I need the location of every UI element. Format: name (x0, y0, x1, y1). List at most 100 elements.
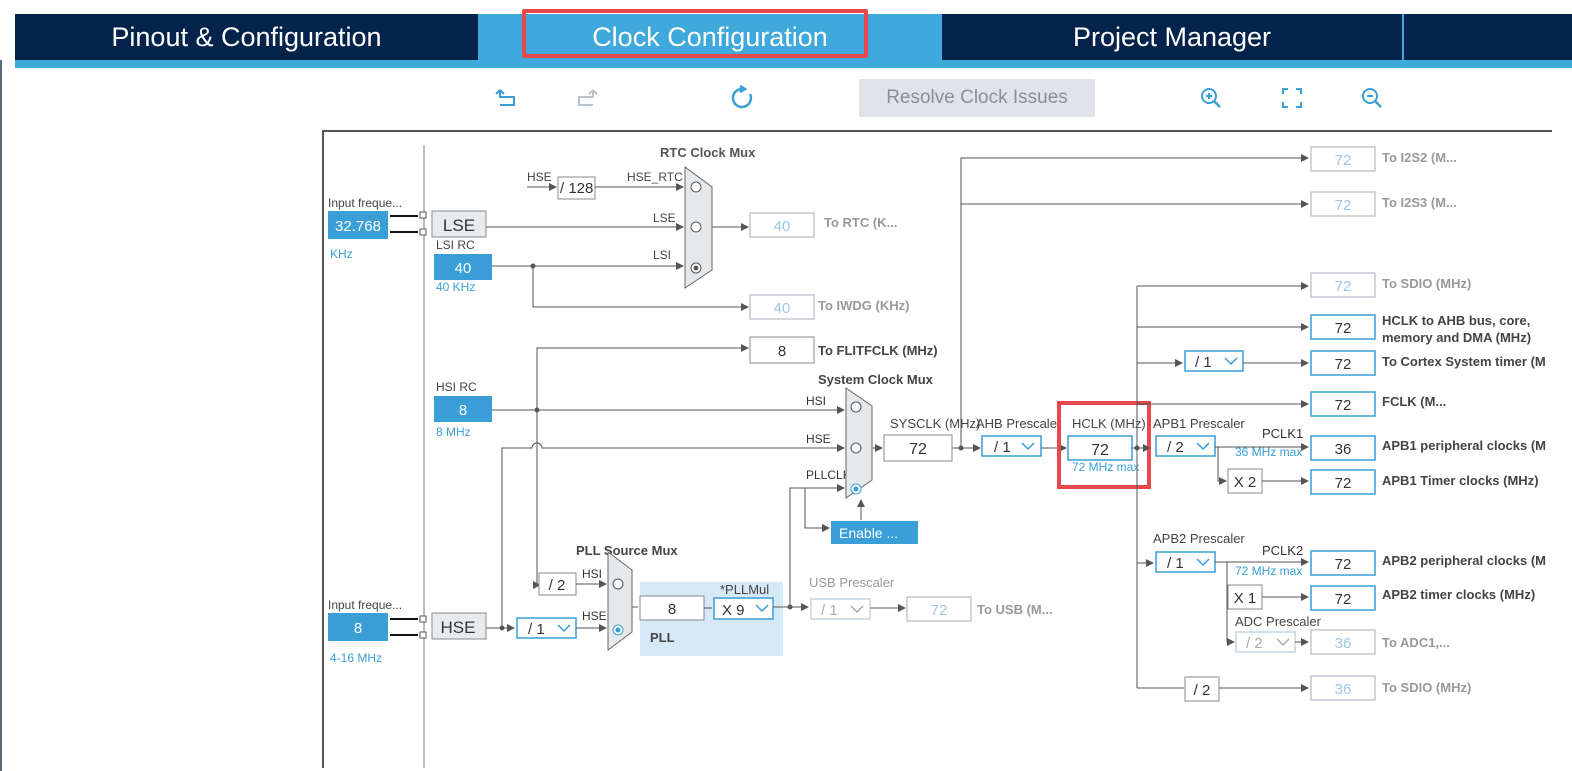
hclk-label: HCLK (MHz) (1072, 416, 1146, 431)
usb-output-label: To USB (M... (977, 602, 1053, 617)
output-adc1: 36 To ADC1,... (1310, 629, 1450, 655)
sys-mux-option-hse[interactable] (850, 442, 862, 454)
rtc-output-label: To RTC (K... (824, 215, 897, 230)
output-label: To Cortex System timer (M (1382, 354, 1546, 369)
pclk2-label: PCLK2 (1262, 543, 1303, 558)
rtc-mux-title: RTC Clock Mux (660, 145, 756, 160)
ahb-prescaler-select[interactable] (981, 435, 1042, 457)
output-value: 72 (1335, 152, 1352, 169)
adc-label: ADC Prescaler (1235, 614, 1322, 629)
flitfclk-value: 8 (778, 343, 786, 360)
rtc-lse-label: LSE (653, 211, 676, 225)
output-value: 72 (1335, 197, 1352, 214)
pin-square (419, 228, 427, 236)
sysclk-label: SYSCLK (MHz) (890, 416, 980, 431)
hse-input-label: Input freque... (328, 598, 402, 612)
rtc-lsi-label: LSI (653, 248, 671, 262)
sys-mux-option-hsi[interactable] (850, 401, 862, 413)
output-value: 72 (1335, 278, 1352, 295)
output-value: 72 (1335, 320, 1352, 337)
sys-mux-hse-label: HSE (806, 432, 831, 446)
hclk-max: 72 MHz max (1072, 460, 1139, 474)
apb1-value: / 2 (1167, 439, 1184, 456)
sdio-div-value: / 2 (1194, 682, 1211, 699)
output-label: APB2 timer clocks (MHz) (1382, 587, 1535, 602)
output-value: 72 (1335, 556, 1352, 573)
hclk-value: 72 (1091, 442, 1109, 459)
lsi-value: 40 (455, 260, 472, 277)
usb-div-value: / 1 (821, 602, 838, 619)
output-value: 72 (1335, 397, 1352, 414)
lse-input-value: 32.768 (335, 218, 381, 235)
enable-label: Enable ... (839, 525, 898, 541)
pclk2-max: 72 MHz max (1235, 564, 1302, 578)
output-label-line2: memory and DMA (MHz) (1382, 330, 1531, 345)
output-fclk: 72 FCLK (M... (1310, 391, 1446, 417)
output-label: FCLK (M... (1382, 394, 1446, 409)
pllmul-label: *PLLMul (720, 582, 769, 597)
ahb-label: AHB Prescaler (976, 416, 1062, 431)
cortex-div-value: / 1 (1195, 354, 1212, 371)
output-apb1-timer: 72 APB1 Timer clocks (MHz) (1310, 469, 1539, 495)
apb1-label: APB1 Prescaler (1153, 416, 1245, 431)
hsi-label: HSI RC (436, 380, 477, 394)
wire (1217, 447, 1227, 485)
pll-label: PLL (650, 630, 675, 645)
sysclk-value: 72 (909, 441, 927, 458)
pll-src-mux-title: PLL Source Mux (576, 543, 678, 558)
hsi-unit: 8 MHz (436, 425, 471, 439)
adc-value: / 2 (1246, 635, 1263, 652)
output-value: 36 (1335, 681, 1352, 698)
junction-dot (499, 625, 505, 631)
pll-src-option-hsi[interactable] (612, 578, 624, 590)
clock-tree-diagram: Input freque... 32.768 KHz LSE LSI RC 40… (322, 130, 1552, 768)
rtc-mux-option-lse[interactable] (690, 221, 702, 233)
output-apb1-peripheral: 36 APB1 peripheral clocks (M (1310, 435, 1546, 461)
hse-label: HSE (441, 618, 476, 637)
flitfclk-label: To FLITFCLK (MHz) (818, 343, 938, 358)
output-label: APB2 peripheral clocks (M (1382, 553, 1546, 568)
pin-square (419, 211, 427, 219)
output-sdio-bottom: 36 To SDIO (MHz) (1310, 675, 1471, 701)
hse-input-value: 8 (354, 620, 362, 637)
output-label: To I2S2 (M... (1382, 150, 1457, 165)
output-value: 72 (1335, 475, 1352, 492)
hse-input-unit: 4-16 MHz (330, 651, 382, 665)
rtc-hse-rtc-label: HSE_RTC (627, 170, 683, 184)
output-value: 36 (1335, 635, 1352, 652)
rtc-output-value: 40 (774, 218, 791, 235)
pll-src-hse-label: HSE (582, 609, 607, 623)
apb1-x2: X 2 (1234, 474, 1257, 491)
output-value: 72 (1335, 591, 1352, 608)
pclk1-label: PCLK1 (1262, 426, 1303, 441)
usb-prescaler-select[interactable] (810, 598, 871, 620)
hse-pins (390, 618, 418, 636)
output-apb2-peripheral: 72 APB2 peripheral clocks (M (1310, 550, 1546, 576)
pin-square (419, 631, 427, 639)
pll-value: 8 (668, 601, 676, 618)
apb2-label: APB2 Prescaler (1153, 531, 1245, 546)
lse-pins (390, 215, 418, 233)
usb-output-value: 72 (931, 602, 948, 619)
sys-mux-pll-label: PLLCLK (806, 468, 851, 482)
lsi-unit: 40 KHz (436, 280, 475, 294)
iwdg-output-label: To IWDG (KHz) (818, 298, 909, 313)
lse-input-label: Input freque... (328, 196, 402, 210)
sys-mux-hsi-label: HSI (806, 394, 826, 408)
output-label: APB1 Timer clocks (MHz) (1382, 473, 1539, 488)
sys-mux-selected-dot (853, 486, 859, 492)
usb-prescaler-label: USB Prescaler (809, 575, 895, 590)
output-label: HCLK to AHB bus, core, (1382, 313, 1530, 328)
pll-src-hsi-label: HSI (582, 567, 602, 581)
wire (536, 344, 749, 410)
output-i2s3: 72 To I2S3 (M... (1310, 191, 1457, 217)
output-label: To SDIO (MHz) (1382, 680, 1471, 695)
apb2-value: / 1 (1167, 555, 1184, 572)
pll-src-selected-dot (615, 627, 621, 633)
output-label: To I2S3 (M... (1382, 195, 1457, 210)
output-i2s2: 72 To I2S2 (M... (1310, 146, 1457, 172)
wire (532, 266, 749, 311)
rtc-mux-selected-dot (693, 265, 699, 271)
pllmul-value: X 9 (722, 602, 745, 619)
rtc-mux-option-hse[interactable] (690, 181, 702, 193)
